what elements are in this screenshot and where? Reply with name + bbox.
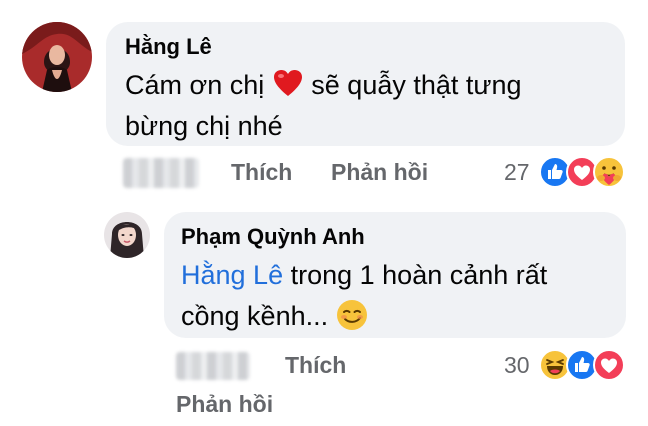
avatar-pham-quynh-anh[interactable] xyxy=(104,212,150,258)
blurred-timestamp xyxy=(123,158,199,188)
comment-text-line-2: bừng chị nhé xyxy=(125,111,283,141)
comment-text-part: Cám ơn chị xyxy=(125,70,265,100)
comment-author[interactable]: Hằng Lê xyxy=(125,34,625,60)
care-reaction-icon xyxy=(593,156,625,188)
reaction-icons[interactable] xyxy=(539,349,625,381)
comment-bubble-1: Hằng Lê Cám ơn chị sẽ quẫy thật tưng bừn… xyxy=(106,22,625,146)
smirk-emoji-icon xyxy=(336,300,367,330)
comment-author[interactable]: Phạm Quỳnh Anh xyxy=(181,224,626,250)
mention-link[interactable]: Hằng Lê xyxy=(181,260,283,290)
comment-text-part: trong 1 hoàn cảnh rất xyxy=(283,260,548,290)
reaction-count[interactable]: 27 xyxy=(504,159,530,186)
like-button[interactable]: Thích xyxy=(285,352,346,379)
reply-button[interactable]: Phản hồi xyxy=(176,391,273,418)
avatar-hang-le[interactable] xyxy=(22,22,92,92)
comment-text-part: cồng kềnh... xyxy=(181,301,336,331)
comment-bubble-2: Phạm Quỳnh Anh Hằng Lê trong 1 hoàn cảnh… xyxy=(164,212,626,338)
comment-text-part: sẽ quẫy thật tưng xyxy=(311,70,522,100)
reaction-icons[interactable] xyxy=(539,156,625,188)
reply-button[interactable]: Phản hồi xyxy=(331,159,428,186)
blurred-timestamp xyxy=(176,352,250,380)
love-reaction-icon xyxy=(593,349,625,381)
red-heart-icon xyxy=(273,70,302,96)
comment-text-line-2: cồng kềnh... xyxy=(181,296,626,336)
comment-text-line-1: Cám ơn chị sẽ quẫy thật tưng xyxy=(125,64,625,106)
reaction-count[interactable]: 30 xyxy=(504,352,530,379)
like-button[interactable]: Thích xyxy=(231,159,292,186)
comment-text-line-1: Hằng Lê trong 1 hoàn cảnh rất xyxy=(181,254,626,296)
